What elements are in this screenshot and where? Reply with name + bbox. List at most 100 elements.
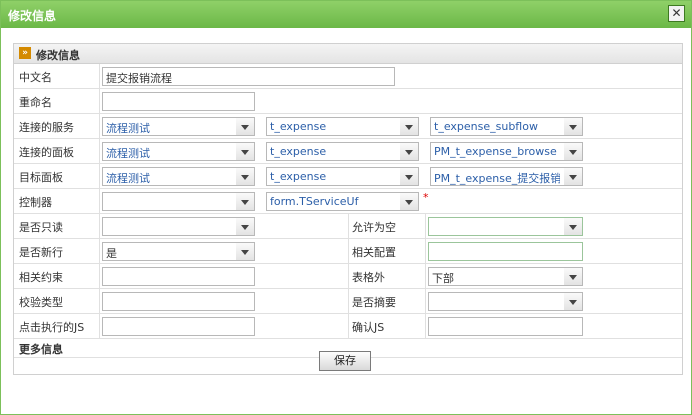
service-group-value: 流程测试 <box>106 122 150 135</box>
row-click-js: 点击执行的JS 确认JS <box>14 314 682 339</box>
service-table-select[interactable]: t_expense <box>266 117 419 136</box>
panel-label: 连接的面板 <box>19 146 74 159</box>
target-panel-select[interactable]: PM_t_expense_提交报销单 <box>430 167 583 186</box>
confirm-js-label: 确认JS <box>352 321 385 334</box>
constraint-input[interactable] <box>102 267 255 286</box>
chevron-down-icon[interactable] <box>400 168 418 185</box>
column-divider <box>348 314 349 338</box>
target-group-value: 流程测试 <box>106 172 150 185</box>
required-marker: * <box>423 191 429 204</box>
column-divider <box>99 64 100 88</box>
readonly-label: 是否只读 <box>19 221 63 234</box>
related-config-label: 相关配置 <box>352 246 396 259</box>
column-divider <box>99 264 100 288</box>
constraint-label: 相关约束 <box>19 271 63 284</box>
row-panel: 连接的面板 流程测试 t_expense PM_t_expense_browse <box>14 139 682 164</box>
column-divider <box>348 264 349 288</box>
chevron-down-icon[interactable] <box>564 218 582 235</box>
chevron-down-icon[interactable] <box>236 118 254 135</box>
outside-table-label: 表格外 <box>352 271 385 284</box>
chevron-down-icon[interactable] <box>400 193 418 210</box>
panel-select[interactable]: PM_t_expense_browse <box>430 142 583 161</box>
chinese-name-value: 提交报销流程 <box>106 72 172 85</box>
column-divider <box>425 314 426 338</box>
column-divider <box>348 239 349 263</box>
chevron-down-icon[interactable] <box>564 293 582 310</box>
check-type-label: 校验类型 <box>19 296 63 309</box>
service-select[interactable]: t_expense_subflow <box>430 117 583 136</box>
section-header: » 修改信息 <box>14 44 682 64</box>
row-rename: 重命名 <box>14 89 682 114</box>
allow-empty-label: 允许为空 <box>352 221 396 234</box>
column-divider <box>99 289 100 313</box>
save-button[interactable]: 保存 <box>319 351 371 371</box>
allow-empty-select[interactable] <box>428 217 583 236</box>
column-divider <box>348 214 349 238</box>
column-divider <box>99 89 100 113</box>
target-table-value: t_expense <box>270 170 327 183</box>
rename-label: 重命名 <box>19 96 52 109</box>
rename-input[interactable] <box>102 92 255 111</box>
column-divider <box>99 239 100 263</box>
chevron-down-icon[interactable] <box>564 268 582 285</box>
column-divider <box>425 289 426 313</box>
row-chinese-name: 中文名 提交报销流程 <box>14 64 682 89</box>
row-check-type: 校验类型 是否摘要 <box>14 289 682 314</box>
button-bar: 保存 <box>14 349 682 371</box>
service-table-value: t_expense <box>270 120 327 133</box>
chevron-down-icon[interactable] <box>400 118 418 135</box>
row-readonly: 是否只读 允许为空 <box>14 214 682 239</box>
related-config-input[interactable] <box>428 242 583 261</box>
confirm-js-input[interactable] <box>428 317 583 336</box>
close-icon[interactable]: ✕ <box>668 5 685 22</box>
target-panel-label: 目标面板 <box>19 171 63 184</box>
column-divider <box>99 314 100 338</box>
chevron-down-icon[interactable] <box>236 168 254 185</box>
column-divider <box>99 139 100 163</box>
chevron-down-icon[interactable] <box>236 193 254 210</box>
panel-group-value: 流程测试 <box>106 147 150 160</box>
check-type-input[interactable] <box>102 292 255 311</box>
chevron-down-icon[interactable] <box>236 218 254 235</box>
is-summary-select[interactable] <box>428 292 583 311</box>
controller-value: form.TServiceUf <box>270 195 359 208</box>
column-divider <box>348 289 349 313</box>
service-label: 连接的服务 <box>19 121 74 134</box>
chinese-name-input[interactable]: 提交报销流程 <box>102 67 395 86</box>
outside-table-select[interactable]: 下部 <box>428 267 583 286</box>
controller-select[interactable]: form.TServiceUf <box>266 192 419 211</box>
controller-group-select[interactable] <box>102 192 255 211</box>
row-service: 连接的服务 流程测试 t_expense t_expense_subflow <box>14 114 682 139</box>
chevron-down-icon[interactable] <box>236 143 254 160</box>
chevron-down-icon[interactable] <box>236 243 254 260</box>
form-panel: » 修改信息 中文名 提交报销流程 重命名 连接的服务 流程测试 t_expen… <box>13 43 683 375</box>
section-expand-icon[interactable]: » <box>19 47 31 59</box>
outside-table-value: 下部 <box>432 272 454 285</box>
target-table-select[interactable]: t_expense <box>266 167 419 186</box>
chevron-down-icon[interactable] <box>400 143 418 160</box>
new-line-label: 是否新行 <box>19 246 63 259</box>
chevron-down-icon[interactable] <box>564 143 582 160</box>
chevron-down-icon[interactable] <box>564 168 582 185</box>
service-value: t_expense_subflow <box>434 120 538 133</box>
chinese-name-label: 中文名 <box>19 71 52 84</box>
row-constraint: 相关约束 表格外 下部 <box>14 264 682 289</box>
dialog-titlebar: 修改信息 ✕ <box>1 1 691 28</box>
column-divider <box>425 264 426 288</box>
row-controller: 控制器 form.TServiceUf * <box>14 189 682 214</box>
panel-value: PM_t_expense_browse <box>434 145 557 158</box>
click-js-input[interactable] <box>102 317 255 336</box>
column-divider <box>99 114 100 138</box>
row-new-line: 是否新行 是 相关配置 <box>14 239 682 264</box>
panel-group-select[interactable]: 流程测试 <box>102 142 255 161</box>
service-group-select[interactable]: 流程测试 <box>102 117 255 136</box>
readonly-select[interactable] <box>102 217 255 236</box>
column-divider <box>99 189 100 213</box>
chevron-down-icon[interactable] <box>564 118 582 135</box>
dialog-title: 修改信息 <box>8 9 57 23</box>
target-group-select[interactable]: 流程测试 <box>102 167 255 186</box>
panel-table-select[interactable]: t_expense <box>266 142 419 161</box>
column-divider <box>99 214 100 238</box>
new-line-select[interactable]: 是 <box>102 242 255 261</box>
panel-table-value: t_expense <box>270 145 327 158</box>
